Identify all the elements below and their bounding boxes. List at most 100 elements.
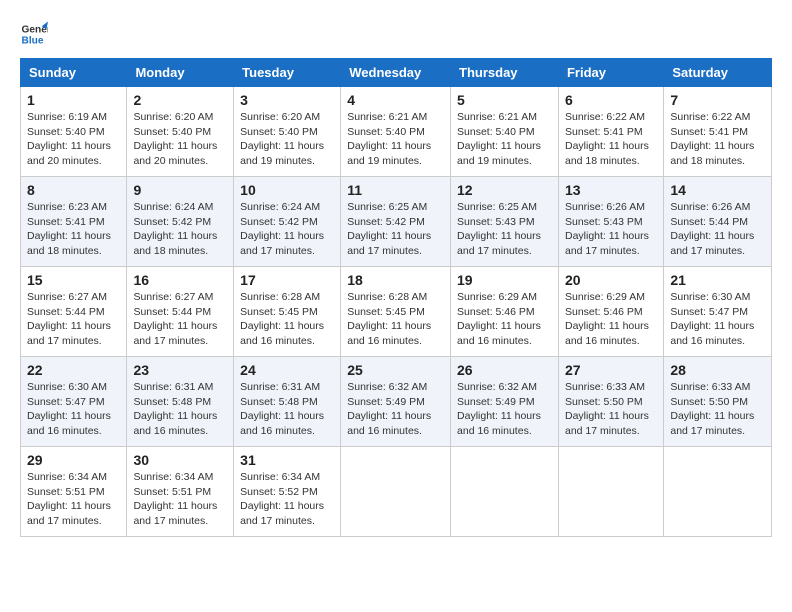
day-info: Sunrise: 6:26 AMSunset: 5:44 PMDaylight:… xyxy=(670,200,765,259)
day-number: 21 xyxy=(670,272,765,288)
calendar-cell xyxy=(558,447,663,537)
day-number: 18 xyxy=(347,272,444,288)
day-number: 12 xyxy=(457,182,552,198)
day-number: 2 xyxy=(133,92,227,108)
day-number: 9 xyxy=(133,182,227,198)
day-number: 5 xyxy=(457,92,552,108)
calendar-table: SundayMondayTuesdayWednesdayThursdayFrid… xyxy=(20,58,772,537)
calendar-cell: 18 Sunrise: 6:28 AMSunset: 5:45 PMDayligh… xyxy=(341,267,451,357)
day-number: 28 xyxy=(670,362,765,378)
day-info: Sunrise: 6:26 AMSunset: 5:43 PMDaylight:… xyxy=(565,200,657,259)
calendar-cell: 22Sunrise: 6:30 AMSunset: 5:47 PMDayligh… xyxy=(21,357,127,447)
calendar-cell: 13Sunrise: 6:26 AMSunset: 5:43 PMDayligh… xyxy=(558,177,663,267)
calendar-cell: 19 Sunrise: 6:29 AMSunset: 5:46 PMDayligh… xyxy=(451,267,559,357)
calendar-cell: 20Sunrise: 6:29 AMSunset: 5:46 PMDayligh… xyxy=(558,267,663,357)
calendar-cell: 24 Sunrise: 6:31 AMSunset: 5:48 PMDayligh… xyxy=(234,357,341,447)
weekday-header-row: SundayMondayTuesdayWednesdayThursdayFrid… xyxy=(21,59,772,87)
day-number: 8 xyxy=(27,182,120,198)
calendar-cell: 15 Sunrise: 6:27 AMSunset: 5:44 PMDayligh… xyxy=(21,267,127,357)
day-number: 30 xyxy=(133,452,227,468)
calendar-cell: 27 Sunrise: 6:33 AMSunset: 5:50 PMDayligh… xyxy=(558,357,663,447)
day-info: Sunrise: 6:23 AMSunset: 5:41 PMDaylight:… xyxy=(27,200,120,259)
calendar-cell: 10 Sunrise: 6:24 AMSunset: 5:42 PMDayligh… xyxy=(234,177,341,267)
weekday-header: Sunday xyxy=(21,59,127,87)
calendar-cell: 25Sunrise: 6:32 AMSunset: 5:49 PMDayligh… xyxy=(341,357,451,447)
calendar-cell: 31 Sunrise: 6:34 AMSunset: 5:52 PMDayligh… xyxy=(234,447,341,537)
calendar-cell: 11 Sunrise: 6:25 AMSunset: 5:42 PMDayligh… xyxy=(341,177,451,267)
calendar-cell: 5Sunrise: 6:21 AMSunset: 5:40 PMDaylight… xyxy=(451,87,559,177)
day-info: Sunrise: 6:33 AMSunset: 5:50 PMDaylight:… xyxy=(565,380,657,439)
day-info: Sunrise: 6:20 AMSunset: 5:40 PMDaylight:… xyxy=(133,110,227,169)
calendar-week-row: 29 Sunrise: 6:34 AMSunset: 5:51 PMDayligh… xyxy=(21,447,772,537)
day-number: 26 xyxy=(457,362,552,378)
day-number: 4 xyxy=(347,92,444,108)
day-number: 3 xyxy=(240,92,334,108)
calendar-cell: 28 Sunrise: 6:33 AMSunset: 5:50 PMDayligh… xyxy=(664,357,772,447)
day-info: Sunrise: 6:34 AMSunset: 5:52 PMDaylight:… xyxy=(240,470,334,529)
calendar-cell: 6 Sunrise: 6:22 AMSunset: 5:41 PMDaylight… xyxy=(558,87,663,177)
calendar-cell xyxy=(341,447,451,537)
day-info: Sunrise: 6:29 AMSunset: 5:46 PMDaylight:… xyxy=(565,290,657,349)
day-info: Sunrise: 6:34 AMSunset: 5:51 PMDaylight:… xyxy=(133,470,227,529)
day-info: Sunrise: 6:19 AMSunset: 5:40 PMDaylight:… xyxy=(27,110,120,169)
calendar-cell: 29Sunrise: 6:34 AMSunset: 5:51 PMDayligh… xyxy=(21,447,127,537)
weekday-header: Saturday xyxy=(664,59,772,87)
day-number: 11 xyxy=(347,182,444,198)
calendar-cell: 2 Sunrise: 6:20 AMSunset: 5:40 PMDaylight… xyxy=(127,87,234,177)
calendar-cell: 17Sunrise: 6:28 AMSunset: 5:45 PMDayligh… xyxy=(234,267,341,357)
calendar-cell: 26 Sunrise: 6:32 AMSunset: 5:49 PMDayligh… xyxy=(451,357,559,447)
day-number: 24 xyxy=(240,362,334,378)
day-info: Sunrise: 6:30 AMSunset: 5:47 PMDaylight:… xyxy=(27,380,120,439)
calendar-cell: 3 Sunrise: 6:20 AMSunset: 5:40 PMDaylight… xyxy=(234,87,341,177)
day-number: 15 xyxy=(27,272,120,288)
day-info: Sunrise: 6:31 AMSunset: 5:48 PMDaylight:… xyxy=(240,380,334,439)
day-number: 7 xyxy=(670,92,765,108)
day-number: 17 xyxy=(240,272,334,288)
day-number: 6 xyxy=(565,92,657,108)
day-info: Sunrise: 6:25 AMSunset: 5:43 PMDaylight:… xyxy=(457,200,552,259)
calendar-week-row: 22Sunrise: 6:30 AMSunset: 5:47 PMDayligh… xyxy=(21,357,772,447)
day-number: 23 xyxy=(133,362,227,378)
logo-icon: General Blue xyxy=(20,20,48,48)
day-info: Sunrise: 6:24 AMSunset: 5:42 PMDaylight:… xyxy=(240,200,334,259)
calendar-cell: 1 Sunrise: 6:19 AMSunset: 5:40 PMDaylight… xyxy=(21,87,127,177)
day-info: Sunrise: 6:28 AMSunset: 5:45 PMDaylight:… xyxy=(347,290,444,349)
calendar-cell: 21 Sunrise: 6:30 AMSunset: 5:47 PMDayligh… xyxy=(664,267,772,357)
day-number: 14 xyxy=(670,182,765,198)
day-info: Sunrise: 6:30 AMSunset: 5:47 PMDaylight:… xyxy=(670,290,765,349)
weekday-header: Thursday xyxy=(451,59,559,87)
day-number: 10 xyxy=(240,182,334,198)
calendar-cell: 16 Sunrise: 6:27 AMSunset: 5:44 PMDayligh… xyxy=(127,267,234,357)
calendar-cell: 8 Sunrise: 6:23 AMSunset: 5:41 PMDaylight… xyxy=(21,177,127,267)
day-number: 16 xyxy=(133,272,227,288)
calendar-cell: 4Sunrise: 6:21 AMSunset: 5:40 PMDaylight… xyxy=(341,87,451,177)
day-info: Sunrise: 6:29 AMSunset: 5:46 PMDaylight:… xyxy=(457,290,552,349)
calendar-cell: 30 Sunrise: 6:34 AMSunset: 5:51 PMDayligh… xyxy=(127,447,234,537)
day-number: 27 xyxy=(565,362,657,378)
day-info: Sunrise: 6:32 AMSunset: 5:49 PMDaylight:… xyxy=(457,380,552,439)
day-info: Sunrise: 6:22 AMSunset: 5:41 PMDaylight:… xyxy=(670,110,765,169)
day-info: Sunrise: 6:20 AMSunset: 5:40 PMDaylight:… xyxy=(240,110,334,169)
day-info: Sunrise: 6:31 AMSunset: 5:48 PMDaylight:… xyxy=(133,380,227,439)
calendar-cell: 23 Sunrise: 6:31 AMSunset: 5:48 PMDayligh… xyxy=(127,357,234,447)
day-number: 1 xyxy=(27,92,120,108)
day-info: Sunrise: 6:33 AMSunset: 5:50 PMDaylight:… xyxy=(670,380,765,439)
calendar-cell xyxy=(664,447,772,537)
weekday-header: Wednesday xyxy=(341,59,451,87)
calendar-cell: 9 Sunrise: 6:24 AMSunset: 5:42 PMDaylight… xyxy=(127,177,234,267)
day-number: 19 xyxy=(457,272,552,288)
day-info: Sunrise: 6:32 AMSunset: 5:49 PMDaylight:… xyxy=(347,380,444,439)
day-info: Sunrise: 6:22 AMSunset: 5:41 PMDaylight:… xyxy=(565,110,657,169)
calendar-cell xyxy=(451,447,559,537)
header: General Blue xyxy=(20,20,772,48)
day-number: 29 xyxy=(27,452,120,468)
day-info: Sunrise: 6:25 AMSunset: 5:42 PMDaylight:… xyxy=(347,200,444,259)
calendar-cell: 12 Sunrise: 6:25 AMSunset: 5:43 PMDayligh… xyxy=(451,177,559,267)
svg-text:Blue: Blue xyxy=(22,35,44,46)
day-info: Sunrise: 6:27 AMSunset: 5:44 PMDaylight:… xyxy=(133,290,227,349)
day-info: Sunrise: 6:27 AMSunset: 5:44 PMDaylight:… xyxy=(27,290,120,349)
day-info: Sunrise: 6:24 AMSunset: 5:42 PMDaylight:… xyxy=(133,200,227,259)
calendar-week-row: 1 Sunrise: 6:19 AMSunset: 5:40 PMDaylight… xyxy=(21,87,772,177)
day-number: 31 xyxy=(240,452,334,468)
logo: General Blue xyxy=(20,20,48,48)
